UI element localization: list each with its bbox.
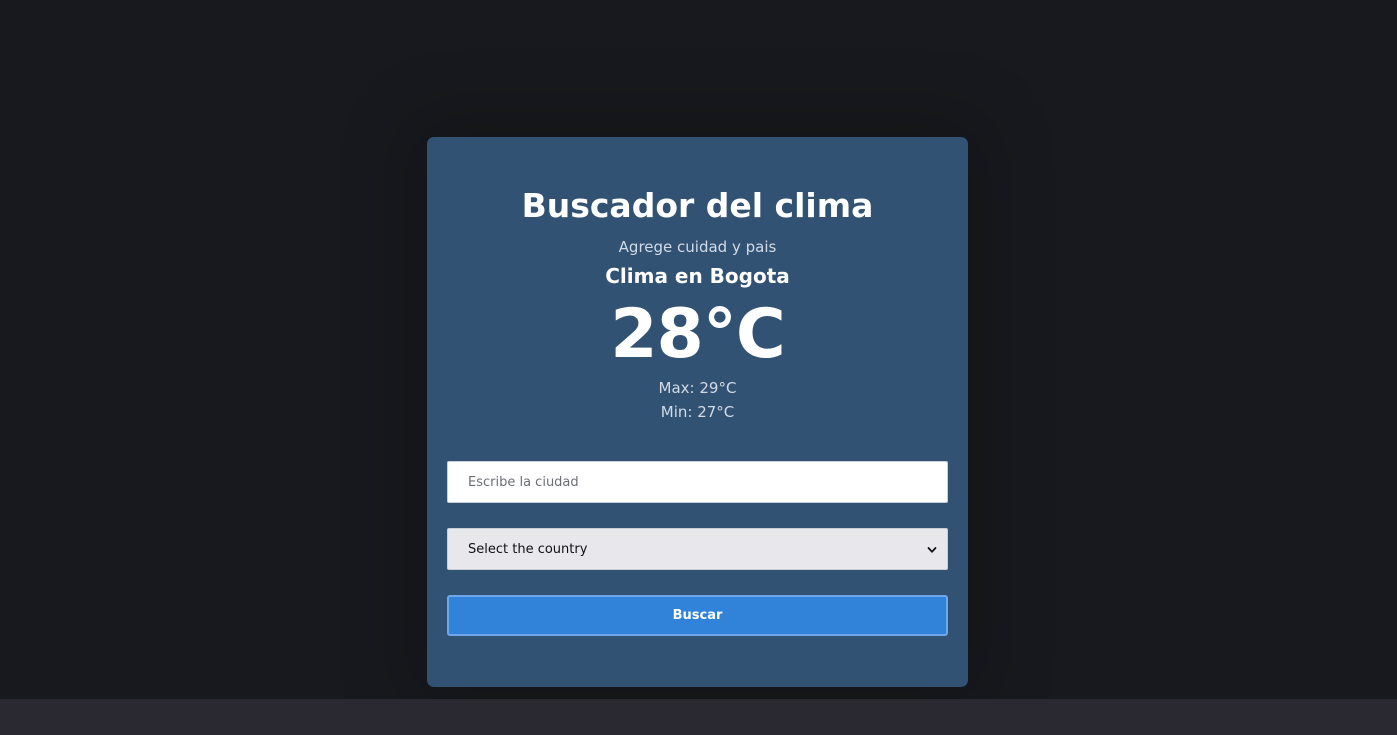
country-select-value: Select the country [468, 541, 588, 557]
page-title: Buscador del clima [521, 186, 874, 225]
search-button[interactable]: Buscar [447, 595, 948, 636]
max-temperature: Max: 29°C [658, 379, 737, 397]
city-input[interactable] [447, 461, 948, 503]
current-temperature: 28°C [610, 295, 786, 374]
min-temperature: Min: 27°C [660, 403, 735, 421]
bottom-bar [0, 699, 1397, 735]
weather-city-heading: Clima en Bogota [605, 264, 790, 288]
subtitle: Agrege cuidad y pais [618, 238, 777, 256]
search-button-label: Buscar [672, 608, 723, 623]
country-select[interactable]: Select the country [447, 528, 948, 570]
page: Buscador del clima Agrege cuidad y pais … [0, 0, 1397, 735]
weather-card: Buscador del clima Agrege cuidad y pais … [427, 137, 968, 687]
